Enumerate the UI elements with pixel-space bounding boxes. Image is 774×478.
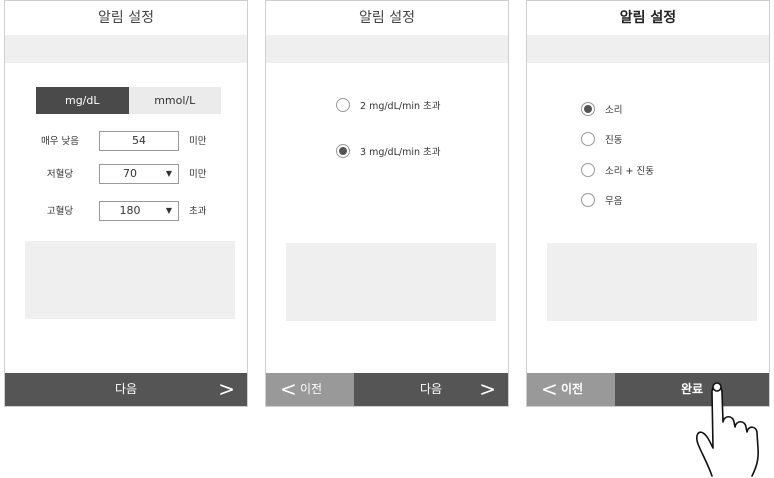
unit-mgdl-button[interactable]: mg/dL (36, 87, 129, 114)
screen-unit-thresholds: 알림 설정 mg/dL mmol/L 매우 낮음 54 미만 저혈당 70 ▼ … (4, 0, 248, 407)
threshold-label: 저혈당 (46, 169, 74, 180)
chevron-left-icon: < (541, 377, 558, 401)
screen-title: 알림 설정 (98, 10, 154, 26)
screen-title: 알림 설정 (359, 10, 415, 26)
option-label: 3 mg/dL/min 초과 (360, 147, 441, 158)
option-label: 소리 (605, 105, 623, 116)
chevron-right-icon: > (479, 377, 496, 401)
header-band (266, 35, 508, 63)
header-band (5, 35, 247, 63)
sound-option-silent[interactable]: 무음 (581, 193, 622, 207)
rate-option-3[interactable]: 3 mg/dL/min 초과 (336, 144, 441, 158)
option-label: 2 mg/dL/min 초과 (360, 101, 441, 112)
input-value: 54 (132, 134, 146, 147)
threshold-row-low: 저혈당 70 ▼ 미만 (5, 164, 247, 186)
footer-bar: < 이전 다음 > (266, 373, 508, 406)
caret-down-icon: ▼ (165, 206, 172, 215)
option-label: 무음 (605, 196, 623, 207)
option-label: 진동 (605, 135, 623, 146)
option-label: 소리 + 진동 (605, 166, 654, 177)
radio-unchecked-icon (581, 193, 595, 207)
chevron-right-icon: > (218, 377, 235, 401)
sound-option-sound-vibrate[interactable]: 소리 + 진동 (581, 163, 654, 177)
threshold-row-very-low: 매우 낮음 54 미만 (5, 131, 247, 153)
high-select[interactable]: 180 ▼ (99, 201, 179, 221)
prev-label: 이전 (300, 382, 323, 396)
caret-down-icon: ▼ (165, 169, 172, 178)
sound-option-sound[interactable]: 소리 (581, 102, 622, 116)
info-panel (25, 241, 235, 319)
info-panel (547, 243, 757, 321)
threshold-label: 매우 낮음 (41, 136, 79, 147)
unit-mmoll-button[interactable]: mmol/L (128, 87, 221, 114)
sound-option-vibrate[interactable]: 진동 (581, 132, 622, 146)
threshold-unit: 초과 (189, 206, 207, 217)
very-low-input[interactable]: 54 (99, 131, 179, 151)
next-button[interactable]: 다음 (5, 373, 247, 406)
hand-pointer-icon (696, 382, 759, 477)
rate-option-2[interactable]: 2 mg/dL/min 초과 (336, 98, 441, 112)
info-panel (286, 243, 496, 321)
header-band (527, 35, 769, 63)
radio-unchecked-icon (581, 163, 595, 177)
threshold-label: 고혈당 (46, 206, 74, 217)
screen-rate-alert: 알림 설정 2 mg/dL/min 초과 3 mg/dL/min 초과 < 이전… (265, 0, 509, 407)
low-select[interactable]: 70 ▼ (99, 164, 179, 184)
prev-button[interactable]: < 이전 (527, 373, 615, 406)
screen-alert-sound: 알림 설정 소리 진동 소리 + 진동 무음 < 이전 완료 (526, 0, 770, 407)
threshold-unit: 미만 (189, 136, 207, 147)
radio-unchecked-icon (581, 132, 595, 146)
select-value: 180 (119, 204, 141, 217)
unit-toggle: mg/dL mmol/L (36, 87, 221, 114)
radio-unchecked-icon (336, 98, 350, 112)
threshold-unit: 미만 (189, 169, 207, 180)
prev-label: 이전 (561, 382, 584, 396)
footer-bar: 다음 > (5, 373, 247, 406)
screen-title: 알림 설정 (619, 10, 677, 26)
radio-checked-icon (336, 144, 350, 158)
prev-button[interactable]: < 이전 (266, 373, 354, 406)
radio-checked-icon (581, 102, 595, 116)
threshold-row-high: 고혈당 180 ▼ 초과 (5, 201, 247, 223)
select-value: 70 (123, 167, 137, 180)
chevron-left-icon: < (280, 377, 297, 401)
